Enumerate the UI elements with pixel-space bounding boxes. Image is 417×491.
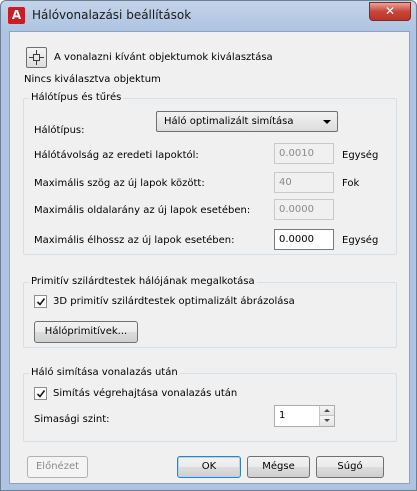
max-angle-label: Maximális szög az új lapok között:: [34, 178, 205, 189]
smoothness-level-stepper[interactable]: 1: [274, 405, 335, 427]
selection-status: Nincs kiválasztva objektum: [24, 74, 161, 85]
max-angle-field[interactable]: 40: [274, 172, 334, 193]
chevron-down-icon: [323, 120, 331, 124]
max-edge-length-unit: Egység: [342, 235, 379, 246]
mesh-distance-label: Hálótávolság az eredeti lapoktól:: [34, 150, 199, 161]
smoothness-level-label: Simasági szint:: [34, 414, 110, 425]
smoothing-group-title: Háló simítása vonalazás után: [29, 367, 180, 378]
max-edge-length-label: Maximális élhossz az új lapok esetében:: [34, 235, 235, 246]
select-objects-label[interactable]: A vonalazni kívánt objektumok kiválasztá…: [54, 52, 273, 63]
mesh-type-group-title: Hálótípus és tűrés: [29, 92, 124, 103]
stepper-down-button[interactable]: [319, 416, 334, 426]
optimized-primitives-checkbox[interactable]: [34, 295, 47, 308]
stepper-up-button[interactable]: [319, 406, 334, 416]
max-edge-length-field[interactable]: 0.0000: [274, 229, 334, 250]
optimized-primitives-label[interactable]: 3D primitív szilárdtestek optimalizált á…: [53, 296, 295, 307]
checkmark-icon: [36, 390, 46, 398]
title-bar[interactable]: A Hálóvonalazási beállítások ✕: [1, 1, 416, 31]
checkmark-icon: [36, 298, 46, 306]
max-aspect-ratio-field[interactable]: 0.0000: [274, 199, 334, 220]
smooth-after-label[interactable]: Simítás végrehajtása vonalazás után: [53, 388, 237, 399]
chevron-down-icon: [324, 419, 330, 422]
max-aspect-ratio-label: Maximális oldalarány az új lapok esetébe…: [34, 205, 251, 216]
smoothness-level-value: 1: [279, 410, 286, 421]
select-objects-button[interactable]: [26, 47, 47, 68]
mesh-primitives-button[interactable]: Hálóprimitívek...: [34, 321, 138, 343]
autocad-app-icon: A: [8, 7, 25, 24]
dialog-window: A Hálóvonalazási beállítások ✕ A vonalaz…: [0, 0, 417, 491]
pick-cursor-icon: [29, 50, 44, 65]
smoothing-group: [23, 373, 397, 442]
ok-button[interactable]: OK: [177, 456, 241, 478]
mesh-type-dropdown[interactable]: Háló optimalizált simítása: [156, 111, 338, 132]
close-icon: ✕: [384, 4, 396, 18]
mesh-type-label: Hálótípus:: [34, 125, 85, 136]
mesh-type-value: Háló optimalizált simítása: [164, 116, 294, 127]
chevron-up-icon: [324, 409, 330, 412]
close-button[interactable]: ✕: [369, 2, 411, 21]
max-angle-unit: Fok: [342, 178, 360, 189]
mesh-distance-field[interactable]: 0.0010: [274, 143, 334, 164]
cancel-button[interactable]: Mégse: [247, 456, 310, 478]
dialog-title: Hálóvonalazási beállítások: [32, 8, 192, 22]
dialog-content: A vonalazni kívánt objektumok kiválasztá…: [9, 31, 410, 484]
mesh-distance-unit: Egység: [342, 150, 379, 161]
preview-button[interactable]: Előnézet: [27, 456, 88, 478]
help-button[interactable]: Súgó: [316, 456, 384, 478]
smooth-after-checkbox[interactable]: [34, 387, 47, 400]
primitive-solids-group-title: Primitív szilárdtestek hálójának megalko…: [29, 276, 257, 287]
